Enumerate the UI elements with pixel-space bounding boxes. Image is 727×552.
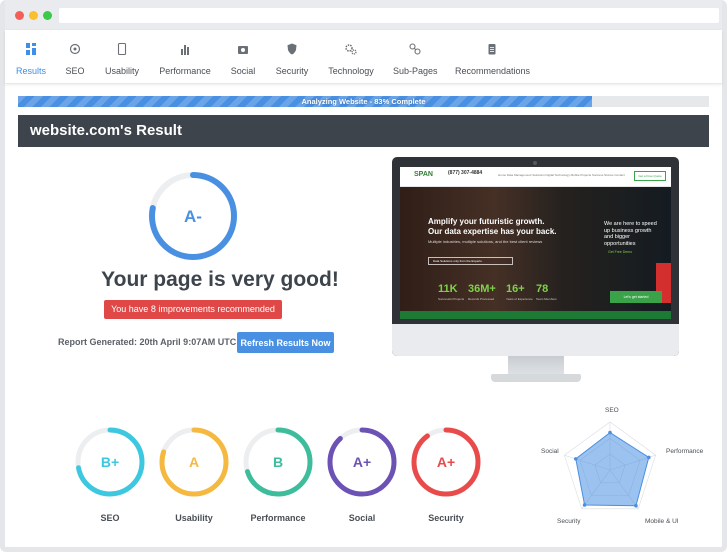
maximize-window-button[interactable] xyxy=(43,11,52,20)
preview-hero: Amplify your futuristic growth. Our data… xyxy=(400,187,671,311)
preview-hero-right-link: Get Free Demo xyxy=(608,250,633,254)
radar-point xyxy=(608,430,612,435)
preview-footer-strip xyxy=(400,311,671,319)
site-preview-screen: SPAN (877) 307-4884 Home Data Management… xyxy=(400,167,671,319)
preview-header: SPAN (877) 307-4884 Home Data Management… xyxy=(400,167,671,187)
preview-hero-title: Amplify your futuristic growth. Our data… xyxy=(428,217,557,236)
tab-label: Usability xyxy=(104,66,139,76)
monitor-base xyxy=(491,374,581,382)
bar-chart-icon xyxy=(181,45,189,55)
monitor-chin xyxy=(392,324,679,356)
tab-label: Security xyxy=(275,66,309,76)
tab-label: SEO xyxy=(65,66,85,76)
tablet-icon xyxy=(117,42,127,56)
category-radar-chart xyxy=(563,421,657,510)
preview-get-started-tab: Let's get started xyxy=(610,291,662,303)
category-grade-rings: B+ A B A+ A+ xyxy=(75,427,481,497)
preview-stat-caption: Years of Experience xyxy=(506,297,533,301)
preview-stat: 36M+ xyxy=(468,283,496,295)
link-icon xyxy=(409,43,421,55)
grade-label-usability: Usability xyxy=(175,513,213,523)
tab-seo[interactable]: SEO xyxy=(63,42,87,78)
camera-icon xyxy=(238,46,248,54)
radar-label-seo: SEO xyxy=(605,407,619,414)
preview-stat: 78 xyxy=(536,283,549,295)
shield-icon xyxy=(287,43,297,55)
close-window-button[interactable] xyxy=(15,11,24,20)
preview-hero-right-text: We are here to speed up business growth … xyxy=(604,221,657,247)
tab-results[interactable]: Results xyxy=(13,42,49,78)
grade-ring-seo[interactable]: B+ xyxy=(75,427,145,497)
tab-performance[interactable]: Performance xyxy=(159,42,211,78)
progress-label: Analyzing Website - 83% Complete xyxy=(301,97,426,106)
result-panel-title: website.com's Result xyxy=(18,115,709,147)
radar-label-mobile-ui: Mobile & UI xyxy=(645,518,679,525)
tab-recommendations[interactable]: Recommendations xyxy=(455,42,531,78)
radar-area xyxy=(575,431,650,507)
refresh-results-button[interactable]: Refresh Results Now xyxy=(237,332,334,353)
preview-cta: Get a Free Quote xyxy=(634,171,666,181)
tab-label: Sub-Pages xyxy=(393,66,438,76)
preview-hero-subtitle: Multiple industries, multiple solutions,… xyxy=(428,239,543,244)
tab-usability[interactable]: Usability xyxy=(102,42,142,78)
grade-ring-security[interactable]: A+ xyxy=(411,427,481,497)
radar-label-social: Social xyxy=(541,448,559,455)
tab-label: Results xyxy=(15,66,46,76)
tab-security[interactable]: Security xyxy=(275,42,309,78)
grade-ring-value: A+ xyxy=(353,454,371,470)
tab-technology[interactable]: Technology xyxy=(327,42,375,78)
preview-logo: SPAN xyxy=(414,171,433,178)
tab-sub-pages[interactable]: Sub-Pages xyxy=(393,42,438,78)
preview-nav-links: Home Data Management Solutions Digital T… xyxy=(498,173,625,177)
preview-stat: 16+ xyxy=(506,283,525,295)
analysis-progress-bar: Analyzing Website - 83% Complete xyxy=(18,96,709,107)
radar-point xyxy=(647,455,651,460)
target-icon xyxy=(69,43,81,55)
report-generated-text: Report Generated: 20th April 9:07AM UTC xyxy=(58,337,237,347)
grid-icon xyxy=(26,43,36,55)
grade-ring-value: A xyxy=(189,454,199,470)
grade-label-performance: Performance xyxy=(250,513,306,523)
site-preview-monitor: SPAN (877) 307-4884 Home Data Management… xyxy=(392,157,679,356)
grade-label-social: Social xyxy=(348,513,376,523)
tab-label: Performance xyxy=(159,66,211,76)
minimize-window-button[interactable] xyxy=(29,11,38,20)
tab-label: Recommendations xyxy=(455,66,531,76)
preview-phone: (877) 307-4884 xyxy=(448,170,483,176)
preview-hero-pill: Data Solutions only from the Experts xyxy=(428,257,513,265)
grade-label-seo: SEO xyxy=(100,513,120,523)
clipboard-icon xyxy=(488,44,496,55)
grade-ring-social[interactable]: A+ xyxy=(327,427,397,497)
grade-label-security: Security xyxy=(428,513,464,523)
radar-label-security: Security xyxy=(557,518,581,525)
preview-stat: 11K xyxy=(438,283,458,295)
tab-social[interactable]: Social xyxy=(229,42,257,78)
result-headline: Your page is very good! xyxy=(101,268,339,291)
grade-ring-performance[interactable]: B xyxy=(243,427,313,497)
grade-ring-usability[interactable]: A xyxy=(159,427,229,497)
address-bar[interactable] xyxy=(59,8,719,23)
preview-stat-caption: Successful Projects xyxy=(438,297,465,301)
overall-grade-ring: A- xyxy=(149,172,237,260)
radar-point xyxy=(634,503,638,508)
preview-stat-caption: Records Processed xyxy=(468,297,495,301)
radar-label-performance: Performance xyxy=(666,448,704,455)
report-tabs-nav: Results SEO Usability Performance Social… xyxy=(5,30,722,84)
radar-point xyxy=(573,457,578,461)
radar-point xyxy=(582,503,587,507)
improvements-badge: You have 8 improvements recommended xyxy=(104,300,282,319)
preview-stat-caption: Team Members xyxy=(536,297,557,301)
browser-chrome xyxy=(5,0,722,30)
grade-ring-value: A+ xyxy=(437,454,455,470)
overall-grade: A- xyxy=(184,207,202,226)
tab-label: Technology xyxy=(328,66,374,76)
grade-ring-value: B+ xyxy=(101,454,119,470)
grade-ring-value: B xyxy=(273,454,283,470)
monitor-camera xyxy=(533,161,537,165)
gears-icon xyxy=(345,44,357,55)
monitor-stand xyxy=(508,356,564,376)
tab-label: Social xyxy=(230,66,256,76)
